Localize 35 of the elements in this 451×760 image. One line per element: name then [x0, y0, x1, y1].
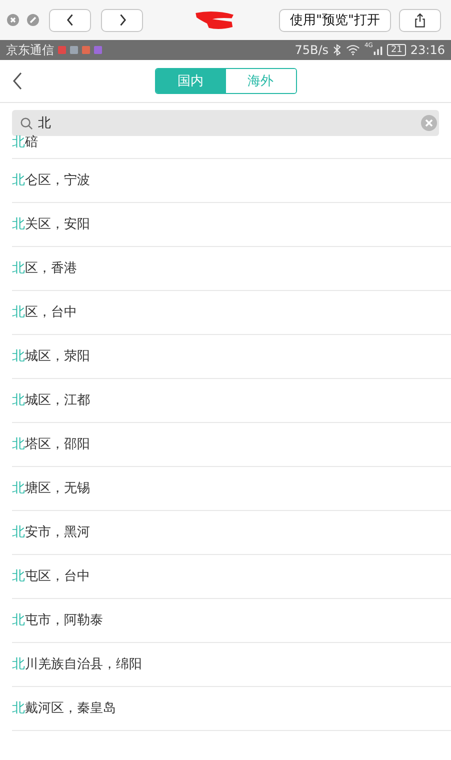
open-in-preview-button[interactable]: 使用"预览"打开: [279, 8, 391, 32]
city-result[interactable]: 北关区，安阳: [12, 203, 451, 247]
city-result[interactable]: 北仑区，宁波: [12, 159, 451, 203]
city-result[interactable]: 北区，台中: [12, 291, 451, 335]
close-icon[interactable]: [7, 14, 19, 26]
city-result[interactable]: 北塔区，邵阳: [12, 423, 451, 467]
back-button[interactable]: [49, 8, 91, 32]
city-result[interactable]: 北塘区，无锡: [12, 467, 451, 511]
share-button[interactable]: [399, 8, 441, 32]
city-result[interactable]: 北城区，江都: [12, 379, 451, 423]
clear-icon[interactable]: [421, 115, 437, 131]
city-result[interactable]: 北城区，荥阳: [12, 335, 451, 379]
city-result[interactable]: 北屯区，台中: [12, 555, 451, 599]
battery-level: 21: [386, 44, 406, 56]
block-icon[interactable]: [27, 14, 39, 26]
search-bar[interactable]: 北: [12, 110, 439, 136]
signal-icon: [372, 44, 383, 56]
wifi-icon: [346, 44, 360, 56]
city-result[interactable]: 北屯市，阿勒泰: [12, 599, 451, 643]
search-field[interactable]: 北: [38, 116, 416, 130]
clock-time: 23:16: [410, 43, 445, 57]
city-result[interactable]: 北安市，黑河: [12, 511, 451, 555]
city-result[interactable]: 北戴河区，秦皇岛: [12, 687, 451, 731]
back-icon[interactable]: [13, 72, 23, 90]
forward-button[interactable]: [101, 8, 143, 32]
city-result[interactable]: 北碚: [12, 136, 451, 159]
bluetooth-icon: [332, 44, 342, 56]
share-icon: [414, 12, 426, 28]
search-icon: [20, 116, 33, 130]
chevron-right-icon: [118, 13, 126, 27]
chevron-left-icon: [66, 13, 74, 27]
carrier-name: 京东通信: [6, 42, 54, 58]
city-result[interactable]: 北区，香港: [12, 247, 451, 291]
city-result[interactable]: 北川羌族自治县，绵阳: [12, 643, 451, 687]
network-speed: 75B/s: [294, 43, 328, 57]
